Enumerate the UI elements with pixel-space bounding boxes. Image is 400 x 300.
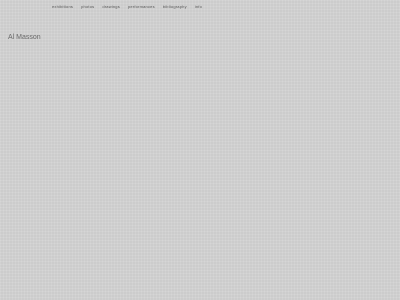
nav-item-photos[interactable]: photos [81, 4, 94, 9]
nav-item-info[interactable]: info [195, 4, 202, 9]
top-navigation: exhibitions photos drawings performances… [52, 4, 202, 9]
nav-item-exhibitions[interactable]: exhibitions [52, 4, 73, 9]
nav-item-bibliography[interactable]: bibliography [163, 4, 187, 9]
nav-item-performances[interactable]: performances [128, 4, 155, 9]
site-title: Al Masson [8, 34, 41, 41]
nav-item-drawings[interactable]: drawings [102, 4, 120, 9]
